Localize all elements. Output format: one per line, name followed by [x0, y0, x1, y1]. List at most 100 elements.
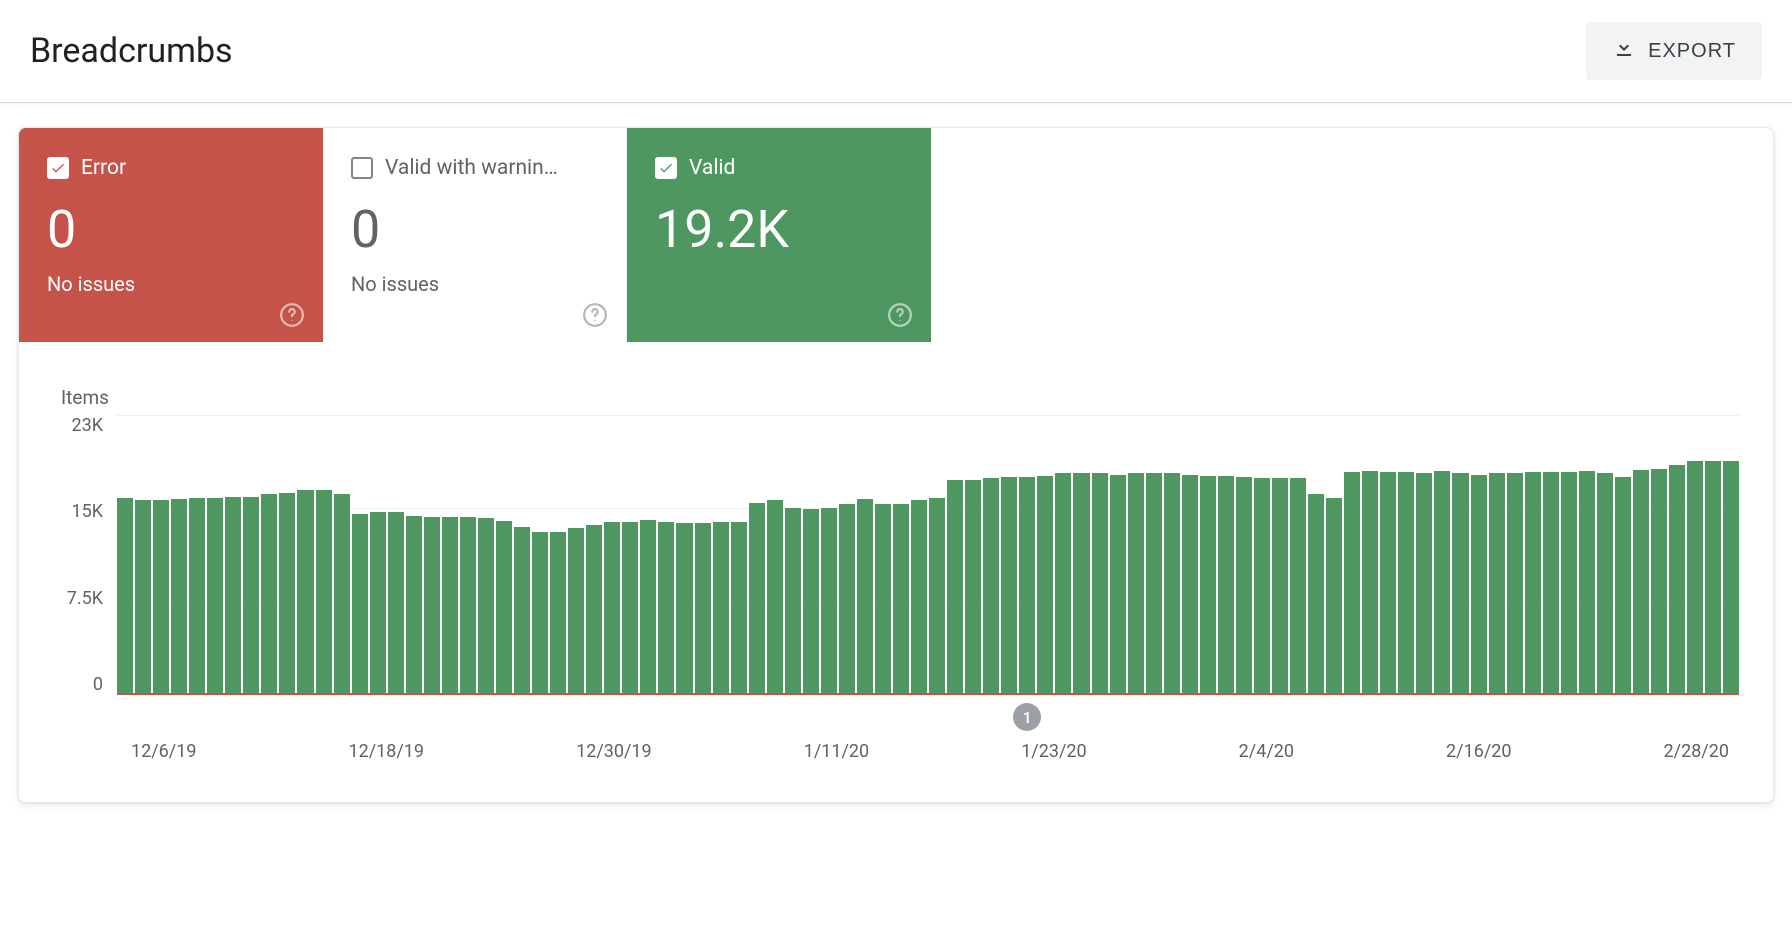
chart-bar[interactable] [1723, 461, 1739, 695]
chart-bar[interactable] [767, 500, 783, 695]
chart-bar[interactable] [1507, 473, 1523, 695]
chart-bar[interactable] [1037, 476, 1053, 695]
chart-bar[interactable] [1471, 475, 1487, 695]
status-card-warning[interactable]: Valid with warnin… 0 No issues [323, 128, 627, 342]
chart-bar[interactable] [1380, 472, 1396, 695]
chart-bar[interactable] [1182, 475, 1198, 695]
help-icon[interactable] [887, 302, 913, 328]
chart-bar[interactable] [1218, 476, 1234, 695]
chart-bar[interactable] [983, 478, 999, 695]
chart-bar[interactable] [1669, 465, 1685, 695]
chart-bar[interactable] [1164, 473, 1180, 695]
chart-bar[interactable] [1254, 478, 1270, 695]
chart-bar[interactable] [622, 522, 638, 695]
chart-bar[interactable] [388, 512, 404, 695]
chart-bar[interactable] [1416, 473, 1432, 695]
chart-bar[interactable] [117, 498, 133, 695]
chart-bar[interactable] [640, 520, 656, 695]
chart-bar[interactable] [297, 490, 313, 695]
chart-bar[interactable] [1398, 472, 1414, 695]
chart-bar[interactable] [1110, 475, 1126, 695]
chart-bar[interactable] [785, 508, 801, 695]
chart-bar[interactable] [1489, 473, 1505, 695]
chart-bar[interactable] [1579, 471, 1595, 695]
help-icon[interactable] [279, 302, 305, 328]
chart-bar[interactable] [442, 517, 458, 695]
chart-bar[interactable] [586, 525, 602, 695]
chart-bar[interactable] [1525, 472, 1541, 695]
chart-bar[interactable] [1019, 477, 1035, 695]
chart-bar[interactable] [1434, 471, 1450, 695]
chart-bar[interactable] [225, 497, 241, 695]
chart-bar[interactable] [1651, 469, 1667, 695]
chart-bar[interactable] [1290, 478, 1306, 695]
chart-bar[interactable] [1543, 472, 1559, 695]
chart-bar[interactable] [550, 532, 566, 695]
chart-bar[interactable] [406, 516, 422, 695]
chart-bar[interactable] [532, 532, 548, 695]
chart-bar[interactable] [1633, 470, 1649, 695]
chart-bar[interactable] [370, 512, 386, 695]
chart-bar[interactable] [135, 500, 151, 695]
chart-bar[interactable] [1344, 472, 1360, 695]
chart-bar[interactable] [243, 497, 259, 695]
chart-bar[interactable] [604, 522, 620, 695]
chart-bar[interactable] [1597, 473, 1613, 695]
chart-bar[interactable] [1200, 476, 1216, 695]
chart-bar[interactable] [947, 480, 963, 695]
chart-bar[interactable] [731, 522, 747, 695]
chart-bar[interactable] [189, 498, 205, 695]
chart-bar[interactable] [1128, 473, 1144, 695]
status-card-valid[interactable]: Valid 19.2K [627, 128, 931, 342]
chart-bar[interactable] [1561, 472, 1577, 695]
chart-bar[interactable] [803, 509, 819, 695]
chart-bar[interactable] [514, 527, 530, 695]
chart-bar[interactable] [1326, 498, 1342, 695]
chart-bar[interactable] [261, 494, 277, 695]
chart-bar[interactable] [676, 523, 692, 695]
chart-bar[interactable] [1092, 473, 1108, 695]
chart-bar[interactable] [171, 499, 187, 695]
chart-bar[interactable] [1055, 473, 1071, 695]
chart-bar[interactable] [965, 480, 981, 695]
export-button[interactable]: EXPORT [1586, 22, 1762, 80]
chart-bar[interactable] [207, 498, 223, 695]
chart-bar[interactable] [334, 494, 350, 695]
chart-bar[interactable] [496, 521, 512, 695]
chart-bar[interactable] [1236, 477, 1252, 695]
chart-bar[interactable] [1272, 478, 1288, 695]
chart-bar[interactable] [875, 504, 891, 695]
chart-bar[interactable] [695, 523, 711, 695]
status-card-error[interactable]: Error 0 No issues [19, 128, 323, 342]
chart-bar[interactable] [658, 522, 674, 695]
chart-bar[interactable] [857, 499, 873, 695]
chart-bar[interactable] [929, 498, 945, 695]
chart-bar[interactable] [1001, 477, 1017, 695]
chart-bar[interactable] [279, 493, 295, 695]
chart-bar[interactable] [478, 518, 494, 695]
chart-bar[interactable] [1705, 461, 1721, 695]
chart-bar[interactable] [893, 504, 909, 695]
chart-bar[interactable] [352, 514, 368, 695]
chart-bar[interactable] [839, 504, 855, 695]
chart-bar[interactable] [1362, 471, 1378, 695]
chart-bar[interactable] [568, 528, 584, 695]
chart-bar[interactable] [821, 508, 837, 695]
chart-bar[interactable] [749, 503, 765, 695]
chart-bar[interactable] [1452, 473, 1468, 695]
chart-bar[interactable] [1308, 494, 1324, 695]
chart-bar[interactable] [153, 500, 169, 695]
chart-bar[interactable] [1073, 473, 1089, 695]
chart-plot[interactable]: 1 [117, 415, 1739, 695]
chart-bar[interactable] [316, 490, 332, 695]
chart-annotation[interactable]: 1 [1013, 703, 1041, 731]
chart-bar[interactable] [1687, 461, 1703, 695]
x-tick: 1/11/20 [804, 741, 869, 762]
chart-bar[interactable] [1146, 473, 1162, 695]
chart-bar[interactable] [713, 522, 729, 695]
chart-bar[interactable] [1615, 477, 1631, 695]
chart-bar[interactable] [911, 500, 927, 695]
help-icon[interactable] [582, 302, 608, 328]
chart-bar[interactable] [424, 517, 440, 695]
chart-bar[interactable] [460, 517, 476, 695]
